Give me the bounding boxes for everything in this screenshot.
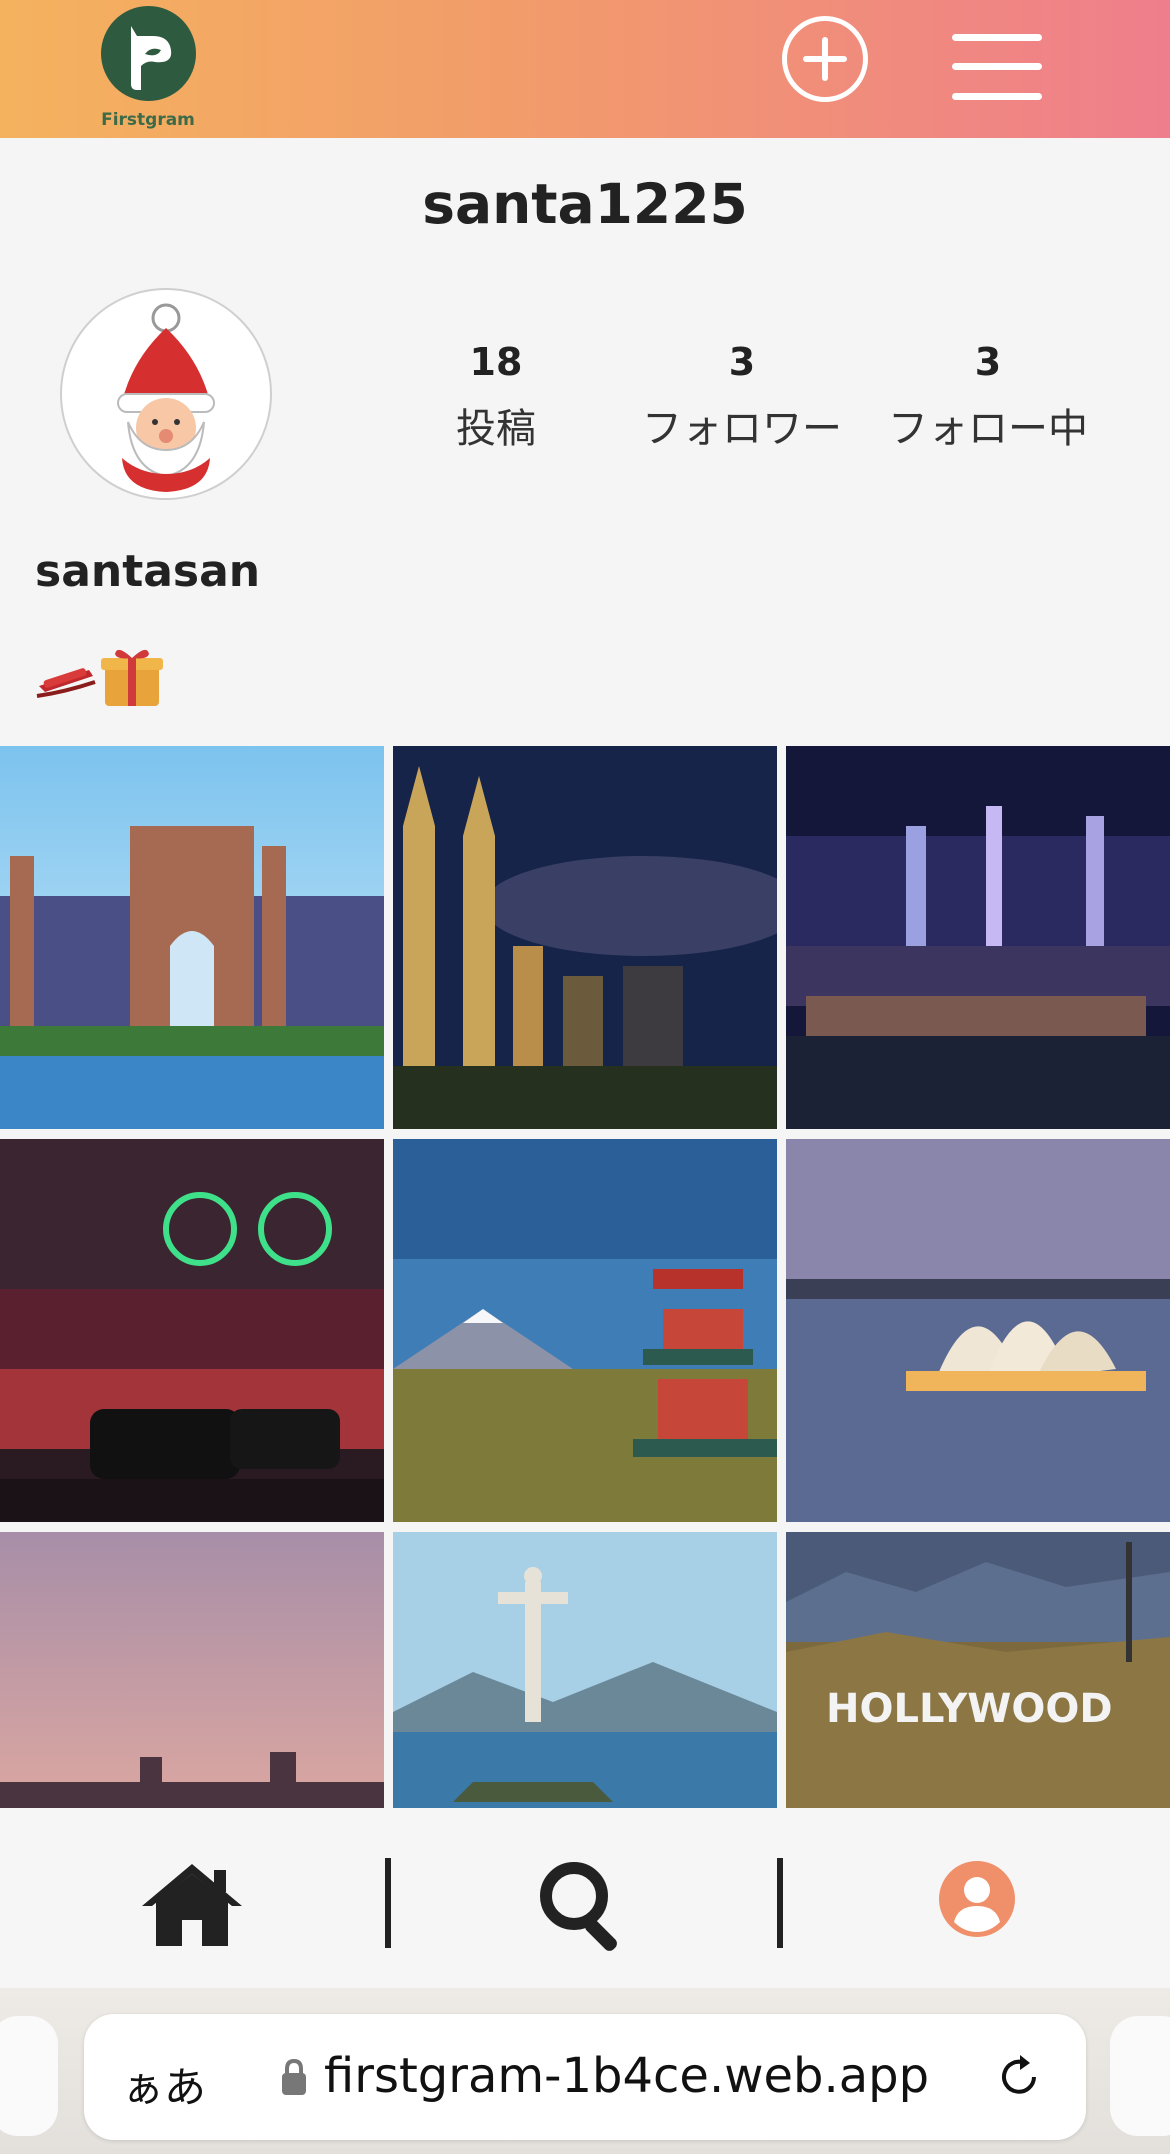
post-tile-6[interactable] xyxy=(786,1139,1170,1522)
profile-username: santa1225 xyxy=(422,172,748,236)
gift-emoji-icon xyxy=(101,649,163,706)
stat-posts[interactable]: 18 投稿 xyxy=(376,340,616,454)
stat-posts-label: 投稿 xyxy=(456,406,536,452)
nav-search-button[interactable] xyxy=(536,1858,630,1954)
post-tile-1[interactable] xyxy=(0,746,384,1129)
stat-following[interactable]: 3 フォロー中 xyxy=(868,340,1108,454)
hollywood-sign-photo-icon: HOLLYWOOD xyxy=(786,1532,1170,1808)
hamburger-menu-button[interactable] xyxy=(952,34,1042,100)
lock-icon xyxy=(282,2058,306,2095)
post-tile-8[interactable] xyxy=(393,1532,777,1808)
avatar[interactable] xyxy=(60,288,272,500)
post-grid: HOLLYWOOD xyxy=(0,746,1170,1808)
santa-avatar-icon xyxy=(117,303,215,492)
plus-icon xyxy=(803,37,847,81)
firstgram-logo[interactable]: Firstgram xyxy=(96,6,200,130)
christ-redeemer-photo-icon xyxy=(393,1532,777,1808)
logo-text: Firstgram xyxy=(101,110,195,130)
menu-line-icon xyxy=(952,34,1042,41)
stat-followers-label: フォロワー xyxy=(642,406,842,452)
logo-badge xyxy=(101,6,196,101)
neon-street-photo-icon xyxy=(0,1139,384,1522)
profile-icon xyxy=(939,1861,1015,1937)
reader-aa-button[interactable]: ぁあ xyxy=(122,2054,206,2115)
post-tile-7[interactable] xyxy=(0,1532,384,1808)
stat-followers[interactable]: 3 フォロワー xyxy=(622,340,862,454)
stat-posts-count: 18 xyxy=(469,340,523,384)
previous-tab-preview[interactable] xyxy=(0,2016,58,2136)
bottom-navigation xyxy=(0,1808,1170,1988)
sled-emoji-icon xyxy=(36,668,96,698)
app-header: Firstgram xyxy=(0,0,1170,138)
bio xyxy=(35,646,165,708)
moai-sunset-photo-icon xyxy=(0,1532,384,1808)
url-field[interactable]: ぁあ firstgram-1b4ce.web.app xyxy=(84,2014,1086,2140)
post-tile-3[interactable] xyxy=(786,746,1170,1129)
display-name: santasan xyxy=(35,546,261,597)
stat-following-count: 3 xyxy=(974,340,1002,384)
post-tile-4[interactable] xyxy=(0,1139,384,1522)
mount-fuji-pagoda-photo-icon xyxy=(393,1139,777,1522)
post-tile-5[interactable] xyxy=(393,1139,777,1522)
post-tile-2[interactable] xyxy=(393,746,777,1129)
stat-followers-count: 3 xyxy=(728,340,756,384)
nav-divider xyxy=(385,1858,391,1948)
browser-address-bar: ぁあ firstgram-1b4ce.web.app xyxy=(0,1988,1170,2154)
nav-home-button[interactable] xyxy=(140,1860,244,1950)
url-text: firstgram-1b4ce.web.app xyxy=(324,2048,930,2104)
search-icon xyxy=(540,1862,617,1951)
sydney-opera-house-photo-icon xyxy=(786,1139,1170,1522)
add-post-button[interactable] xyxy=(782,16,868,102)
nav-profile-button[interactable] xyxy=(938,1860,1016,1938)
hong-kong-night-photo-icon xyxy=(786,746,1170,1129)
logo-flag-icon xyxy=(131,26,172,90)
stat-following-label: フォロー中 xyxy=(888,406,1088,452)
nav-divider xyxy=(777,1858,783,1948)
atlantis-palace-photo-icon xyxy=(0,746,384,1129)
hollywood-sign-text: HOLLYWOOD xyxy=(826,1686,1113,1732)
menu-line-icon xyxy=(952,63,1042,70)
menu-line-icon xyxy=(952,93,1042,100)
reload-icon[interactable] xyxy=(994,2052,1044,2102)
post-tile-9[interactable]: HOLLYWOOD xyxy=(786,1532,1170,1808)
home-icon xyxy=(142,1864,242,1946)
petronas-towers-photo-icon xyxy=(393,746,777,1129)
next-tab-preview[interactable] xyxy=(1110,2016,1170,2136)
